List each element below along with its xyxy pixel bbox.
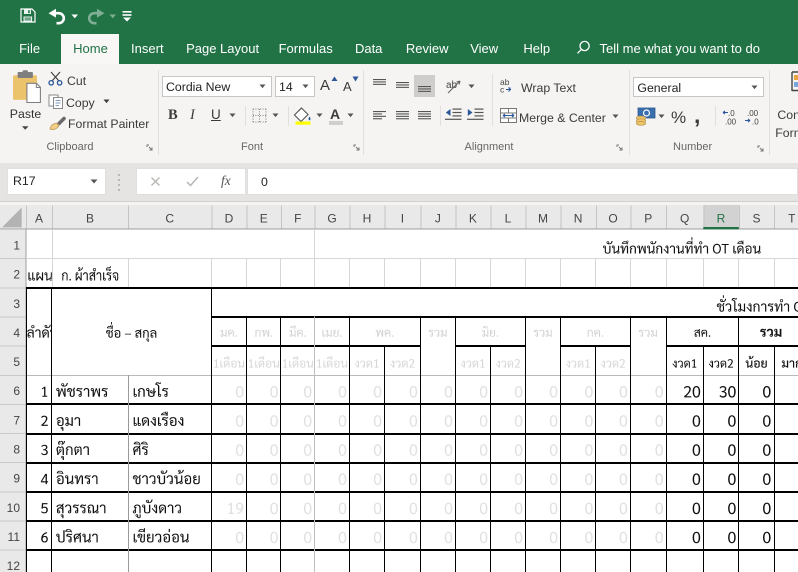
svg-text:A: A: [35, 212, 43, 226]
svg-text:G: G: [327, 212, 336, 226]
svg-text:F: F: [294, 212, 301, 226]
svg-text:B: B: [86, 212, 94, 226]
svg-text:S: S: [752, 212, 760, 226]
svg-text:P: P: [644, 212, 652, 226]
svg-text:K: K: [469, 212, 477, 226]
svg-text:7: 7: [13, 413, 20, 427]
svg-text:L: L: [505, 212, 512, 226]
svg-text:M: M: [538, 212, 548, 226]
svg-text:.0: .0: [752, 118, 759, 127]
svg-text:11: 11: [8, 530, 21, 544]
svg-text:9: 9: [13, 472, 20, 486]
svg-text:D: D: [225, 212, 234, 226]
svg-text:T: T: [788, 212, 796, 226]
svg-text:.00: .00: [725, 118, 737, 127]
svg-text:12: 12: [7, 559, 21, 572]
svg-text:3: 3: [13, 297, 20, 311]
svg-text:C: C: [165, 212, 174, 226]
svg-text:R: R: [717, 212, 726, 226]
svg-text:4: 4: [13, 326, 20, 340]
svg-text:10: 10: [7, 501, 21, 515]
svg-text:N: N: [574, 212, 583, 226]
svg-text:Q: Q: [680, 212, 689, 226]
svg-text:8: 8: [13, 443, 20, 457]
svg-text:O: O: [608, 212, 617, 226]
svg-text:H: H: [363, 212, 372, 226]
svg-text:E: E: [260, 212, 268, 226]
svg-text:6: 6: [13, 384, 20, 398]
svg-text:2: 2: [13, 268, 20, 282]
svg-text:I: I: [401, 212, 404, 226]
svg-text:J: J: [435, 212, 441, 226]
svg-text:1: 1: [13, 239, 20, 253]
svg-text:5: 5: [13, 355, 20, 369]
